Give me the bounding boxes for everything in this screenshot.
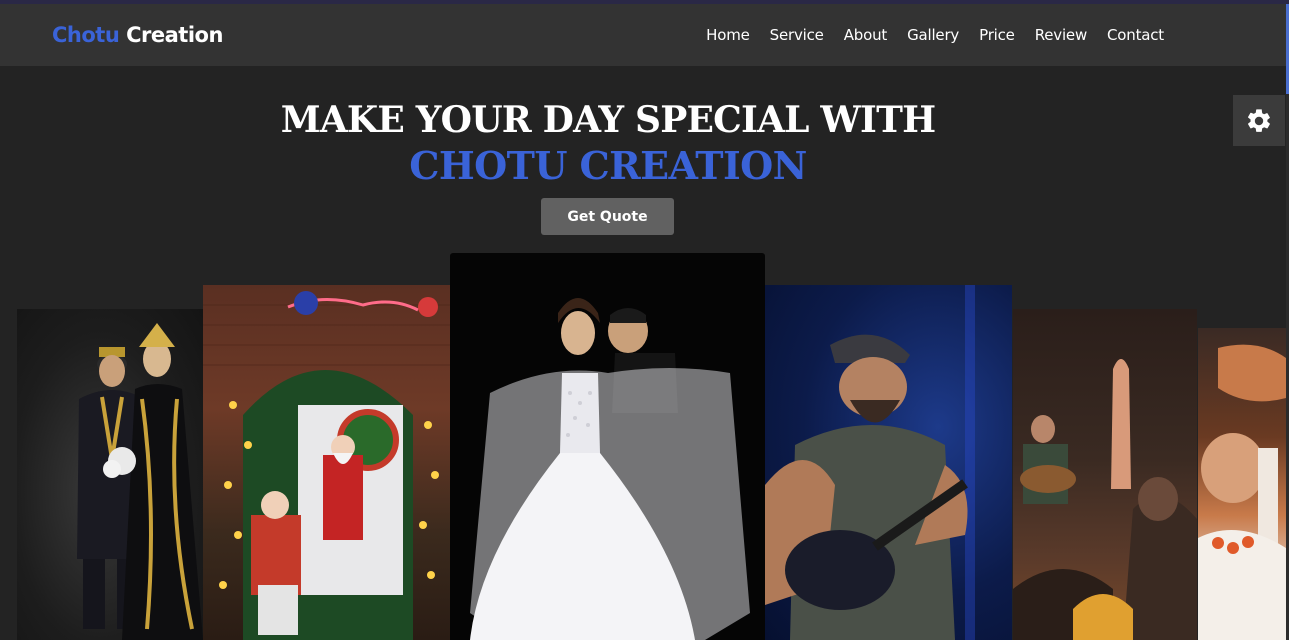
gallery-image-wedding-couple[interactable] — [17, 309, 203, 640]
nav-about[interactable]: About — [844, 26, 888, 44]
brand-first-word: Chotu — [52, 23, 120, 47]
nav-contact[interactable]: Contact — [1107, 26, 1164, 44]
nav-price[interactable]: Price — [979, 26, 1015, 44]
hero-subtitle: CHOTU CREATION — [409, 143, 807, 188]
hero-title: MAKE YOUR DAY SPECIAL WITH — [280, 99, 936, 141]
brand-logo[interactable]: Chotu Creation — [52, 23, 223, 47]
gallery-image-food[interactable] — [1198, 328, 1286, 640]
nav-gallery[interactable]: Gallery — [907, 26, 959, 44]
nav-review[interactable]: Review — [1035, 26, 1088, 44]
gallery-image-bride[interactable] — [450, 253, 765, 640]
nav-home[interactable]: Home — [706, 26, 750, 44]
nav-service[interactable]: Service — [770, 26, 824, 44]
gear-icon — [1248, 108, 1270, 132]
main-nav: Home Service About Gallery Price Review … — [706, 26, 1164, 44]
gallery-image-christmas-door[interactable] — [203, 285, 451, 640]
gallery-image-guitarist[interactable] — [765, 285, 1012, 640]
settings-button[interactable] — [1233, 95, 1285, 146]
gallery-image-concert-crowd[interactable] — [1013, 309, 1197, 640]
get-quote-button[interactable]: Get Quote — [541, 198, 674, 235]
site-header: Chotu Creation Home Service About Galler… — [0, 4, 1286, 66]
brand-second-word: Creation — [126, 23, 223, 47]
